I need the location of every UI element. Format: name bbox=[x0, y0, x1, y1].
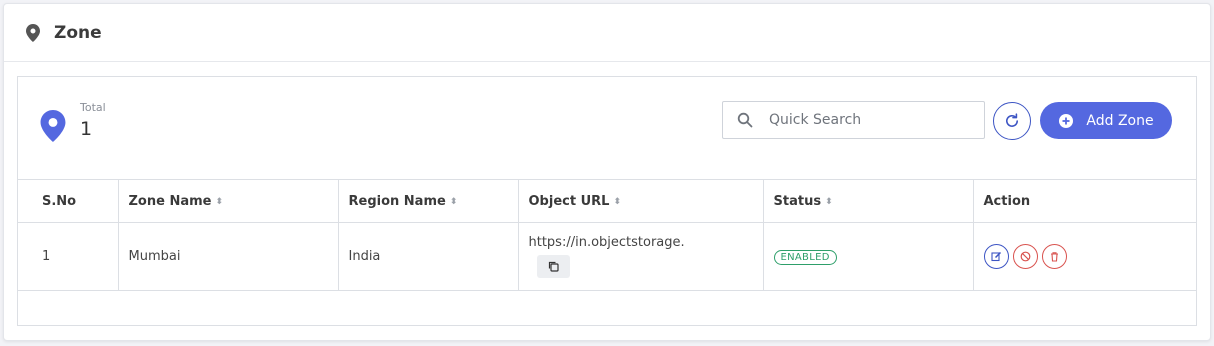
plus-circle-icon bbox=[1058, 113, 1074, 129]
map-pin-icon bbox=[26, 23, 40, 42]
copy-url-button[interactable] bbox=[536, 255, 570, 278]
column-header-sno: S.No bbox=[18, 179, 119, 223]
table-header-row: S.No Zone Name ⬍ Region Name ⬍ Object URL ⬍… bbox=[18, 179, 1196, 223]
add-zone-button[interactable]: Add Zone bbox=[1040, 102, 1172, 139]
map-pin-icon bbox=[40, 110, 66, 142]
cell-action bbox=[972, 222, 1196, 291]
card-header: Zone bbox=[4, 4, 1210, 62]
quick-search[interactable] bbox=[722, 101, 985, 139]
disable-button[interactable] bbox=[1012, 244, 1038, 269]
search-input[interactable] bbox=[769, 112, 969, 128]
column-header-object-url[interactable]: Object URL ⬍ bbox=[517, 179, 764, 223]
total-label: Total bbox=[80, 101, 106, 114]
sort-icon[interactable]: ⬍ bbox=[450, 197, 458, 207]
cell-region-name: India bbox=[337, 222, 519, 291]
object-url-text: https://in.objectstorage. bbox=[528, 235, 685, 250]
trash-icon bbox=[1050, 252, 1058, 262]
column-header-action: Action bbox=[972, 179, 1196, 223]
edit-icon bbox=[990, 251, 1001, 262]
cell-status: ENABLED bbox=[762, 222, 974, 291]
add-zone-label: Add Zone bbox=[1086, 112, 1154, 129]
sort-icon[interactable]: ⬍ bbox=[825, 197, 833, 207]
total-stat: Total 1 bbox=[40, 101, 106, 142]
zone-table: S.No Zone Name ⬍ Region Name ⬍ Object URL ⬍… bbox=[18, 179, 1196, 291]
cell-zone-name: Mumbai bbox=[117, 222, 339, 291]
copy-icon bbox=[548, 261, 559, 272]
column-header-region-name[interactable]: Region Name ⬍ bbox=[337, 179, 519, 223]
cell-object-url: https://in.objectstorage. bbox=[517, 222, 764, 291]
column-header-zone-name[interactable]: Zone Name ⬍ bbox=[117, 179, 339, 223]
sort-icon[interactable]: ⬍ bbox=[215, 197, 223, 207]
delete-button[interactable] bbox=[1041, 244, 1067, 269]
refresh-button[interactable] bbox=[993, 102, 1031, 140]
refresh-icon bbox=[1003, 112, 1021, 130]
table-row: 1 Mumbai India https://in.objectstorage.… bbox=[18, 222, 1196, 291]
block-icon bbox=[1020, 251, 1030, 262]
page-title: Zone bbox=[54, 22, 102, 43]
zone-panel: Total 1 Add Zone bbox=[17, 76, 1197, 326]
cell-sno: 1 bbox=[18, 222, 119, 291]
edit-button[interactable] bbox=[983, 244, 1009, 269]
zone-card: Zone Total 1 Add Zon bbox=[3, 3, 1211, 341]
sort-icon[interactable]: ⬍ bbox=[613, 197, 621, 207]
status-badge: ENABLED bbox=[773, 249, 837, 265]
search-icon bbox=[737, 112, 753, 128]
total-value: 1 bbox=[80, 118, 93, 140]
column-header-status[interactable]: Status ⬍ bbox=[762, 179, 974, 223]
